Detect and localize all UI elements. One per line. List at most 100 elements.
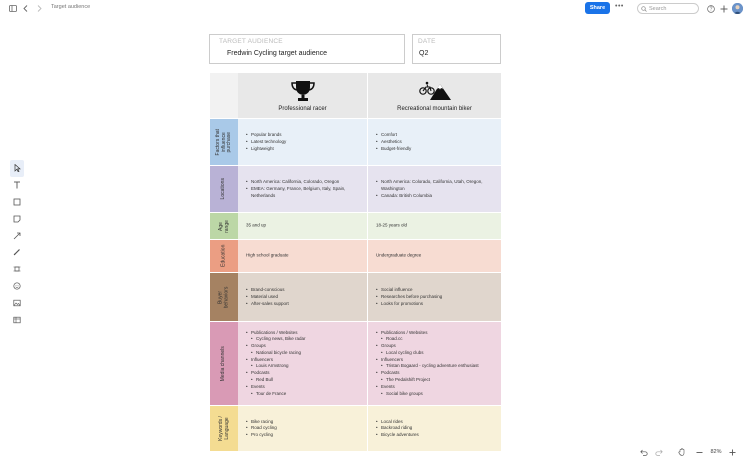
table-cell[interactable]: Social influenceResearches before purcha…	[368, 273, 501, 321]
cell-text: Undergraduate degree	[376, 252, 422, 258]
table-cell[interactable]: 35 and up	[238, 213, 367, 239]
list-item: Tristan Bogaard - cycling adventure enth…	[376, 364, 495, 371]
hand-tool-icon[interactable]	[676, 445, 688, 459]
help-icon[interactable]: ?	[705, 3, 716, 14]
emoji-tool-icon[interactable]	[10, 278, 24, 295]
list-item: Red Bull	[246, 377, 361, 384]
row-label: Keywords / Language	[210, 406, 238, 451]
date-value: Q2	[419, 50, 429, 57]
frame-tool-icon[interactable]	[10, 261, 24, 278]
row-label-line: range	[222, 219, 229, 233]
row-label-line: Language	[222, 417, 229, 440]
pen-tool-icon[interactable]	[10, 244, 24, 261]
zoom-in-icon[interactable]	[726, 445, 738, 459]
list-item: After-sales support	[246, 300, 361, 307]
text-tool-icon[interactable]	[10, 177, 24, 194]
list-item: Social bike groups	[376, 391, 495, 398]
table-row: Age range 35 and up 18-25 years old	[210, 213, 501, 239]
list-item: Backroad riding	[376, 425, 495, 432]
forward-arrow-icon[interactable]	[33, 3, 44, 14]
bullet-list: Popular brandsLatest technologyLightweig…	[246, 132, 361, 152]
sidebar-toggle-icon[interactable]	[7, 3, 18, 14]
bullet-list: Social influenceResearches before purcha…	[376, 287, 495, 307]
target-audience-box[interactable]: TARGET AUDIENCE Fredwin Cycling target a…	[209, 34, 405, 64]
list-item: Comfort	[376, 132, 495, 139]
table-cell[interactable]: North America: California, Colorado, Ore…	[238, 166, 367, 212]
table-cell[interactable]: Undergraduate degree	[368, 240, 501, 272]
list-item: Bicycle adventures	[376, 432, 495, 439]
row-label-text: Education	[220, 244, 227, 268]
undo-icon[interactable]	[638, 445, 650, 459]
list-item: Local cycling clubs	[376, 350, 495, 357]
zoom-out-icon[interactable]	[693, 445, 705, 459]
redo-icon[interactable]	[653, 445, 665, 459]
list-item: Road.cc	[376, 336, 495, 343]
line-tool-icon[interactable]	[10, 227, 24, 244]
avatar[interactable]	[732, 3, 743, 14]
table-row: Buyerbehaviors Brand-consciousMaterial us…	[210, 273, 501, 321]
table-cell[interactable]: Popular brandsLatest technologyLightweig…	[238, 119, 367, 165]
table-cell[interactable]: North America: Colorado, California, Uta…	[368, 166, 501, 212]
row-label-line: behaviors	[223, 286, 229, 308]
list-item: Publications / Websites	[376, 330, 495, 337]
list-item: Publications / Websites	[246, 330, 361, 337]
table-cell[interactable]: Publications / WebsitesRoad.ccGroupsLoca…	[368, 322, 501, 405]
row-label-line: Locations	[220, 178, 227, 200]
list-item: Canada: British Columbia	[376, 192, 495, 199]
table-row: Keywords /Language Bike racingRoad cyclin…	[210, 406, 501, 451]
target-audience-label: TARGET AUDIENCE	[219, 38, 283, 45]
table-row: Media channels Publications / WebsitesCyc…	[210, 322, 501, 405]
date-label: DATE	[418, 38, 436, 45]
row-label-text: Media channels	[220, 346, 227, 381]
list-item: National bicycle racing	[246, 350, 361, 357]
left-toolbar	[10, 160, 24, 328]
table-cell[interactable]: Local ridesBackroad ridingBicycle advent…	[368, 406, 501, 451]
list-item: EMEA: Germany, France, Belgium, Italy, S…	[246, 186, 361, 200]
table-cell[interactable]: Bike racingRoad cyclingPro cycling	[238, 406, 367, 451]
search-placeholder: Search	[649, 5, 667, 12]
target-audience-value: Fredwin Cycling target audience	[227, 50, 327, 57]
shape-tool-icon[interactable]	[10, 194, 24, 211]
table-cell[interactable]: Publications / WebsitesCycling news, Bik…	[238, 322, 367, 405]
list-item: Pro cycling	[246, 432, 361, 439]
list-item: Podcasts	[246, 370, 361, 377]
table-tool-icon[interactable]	[10, 311, 24, 328]
row-label: Factors that influence purchase	[210, 119, 238, 165]
date-box[interactable]: DATE Q2	[412, 34, 501, 64]
pointer-tool-icon[interactable]	[10, 160, 24, 177]
top-bar: Target audience Share ••• Search ?	[0, 0, 750, 17]
share-button[interactable]: Share	[585, 2, 610, 14]
list-item: Looks for promotions	[376, 300, 495, 307]
table-cell[interactable]: Brand-consciousMaterial usedAfter-sales …	[238, 273, 367, 321]
search-input[interactable]: Search	[637, 3, 699, 14]
back-arrow-icon[interactable]	[20, 3, 31, 14]
row-label-line: Education	[220, 244, 227, 268]
zoom-level[interactable]: 82%	[707, 445, 725, 459]
mountain-bike-icon	[418, 81, 451, 100]
list-item: Local rides	[376, 418, 495, 425]
table-row: Factors thatinfluencepurchase Popular bra…	[210, 119, 501, 165]
list-item: Groups	[246, 343, 361, 350]
column-header-label: Recreational mountain biker	[397, 106, 472, 112]
table-cell[interactable]: ComfortAestheticsBudget-friendly	[368, 119, 501, 165]
list-item: Influencers	[376, 357, 495, 364]
row-label: Media channels	[210, 322, 238, 405]
sticky-note-tool-icon[interactable]	[10, 210, 24, 227]
list-item: Aesthetics	[376, 139, 495, 146]
document-title: Target audience	[51, 4, 91, 10]
list-item: Researches before purchasing	[376, 294, 495, 301]
row-label: Locations	[210, 166, 238, 212]
list-item: Latest technology	[246, 139, 361, 146]
image-tool-icon[interactable]	[10, 294, 24, 311]
cell-text: High school graduate	[246, 252, 289, 258]
add-icon[interactable]	[718, 3, 729, 14]
row-label-text: Keywords / Language	[217, 416, 229, 441]
list-item: Popular brands	[246, 132, 361, 139]
bullet-list: North America: Colorado, California, Uta…	[376, 179, 495, 199]
table-cell[interactable]: 18-25 years old	[368, 213, 501, 239]
more-options-icon[interactable]: •••	[615, 3, 624, 10]
trophy-icon	[290, 81, 315, 101]
bullet-list: Bike racingRoad cyclingPro cycling	[246, 418, 361, 438]
table-cell[interactable]: High school graduate	[238, 240, 367, 272]
row-label-text: Factors that influence purchase	[215, 129, 233, 155]
